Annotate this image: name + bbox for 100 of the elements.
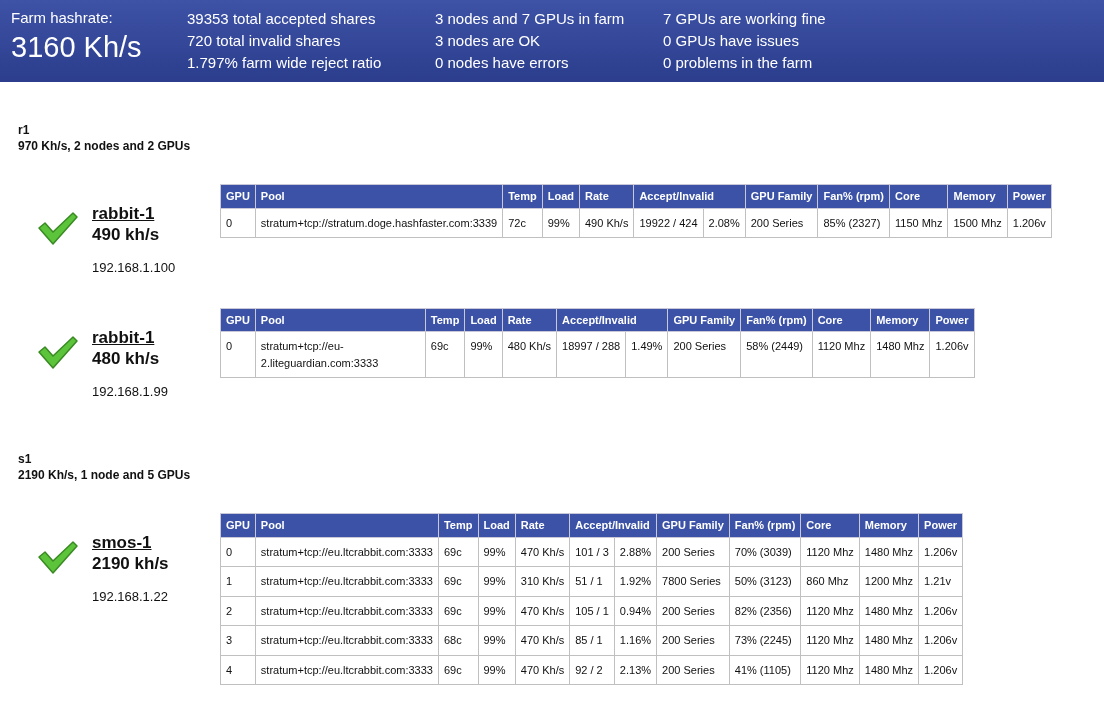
column-header: GPU Family bbox=[667, 308, 741, 332]
table-cell: 200 Series bbox=[656, 596, 730, 626]
table-cell: 1.206v bbox=[929, 331, 974, 378]
table-cell: 50% (3123) bbox=[729, 566, 801, 596]
node-ip: 192.168.1.100 bbox=[92, 259, 176, 277]
table-cell: 470 Kh/s bbox=[515, 655, 570, 685]
table-cell: 51 / 1 bbox=[569, 566, 615, 596]
column-header: Power bbox=[1007, 184, 1052, 208]
column-header: Fan% (rpm) bbox=[740, 308, 813, 332]
table-cell: 1.206v bbox=[918, 625, 963, 655]
table-cell: 99% bbox=[478, 625, 516, 655]
table-cell: 470 Kh/s bbox=[515, 537, 570, 567]
table-cell: 92 / 2 bbox=[569, 655, 615, 685]
table-cell: 1.206v bbox=[918, 596, 963, 626]
table-cell: 1480 Mhz bbox=[859, 625, 919, 655]
table-cell: 99% bbox=[542, 208, 580, 238]
column-header: GPU Family bbox=[656, 513, 730, 537]
table-cell: 99% bbox=[478, 655, 516, 685]
table-cell: 1480 Mhz bbox=[859, 537, 919, 567]
group-name: r1 bbox=[17, 122, 31, 138]
table-cell: 1500 Mhz bbox=[948, 208, 1008, 238]
farm-stat: 0 GPUs have issues bbox=[663, 31, 800, 51]
table-cell: 1.206v bbox=[1007, 208, 1052, 238]
farm-stat: 3 nodes are OK bbox=[435, 31, 542, 51]
column-header: Accept/Invalid bbox=[569, 513, 657, 537]
table-cell: 200 Series bbox=[667, 331, 741, 378]
column-header: GPU bbox=[220, 184, 256, 208]
farm-hashrate-value: 3160 Kh/s bbox=[11, 30, 143, 65]
table-cell: 1.92% bbox=[614, 566, 657, 596]
table-cell: 19922 / 424 bbox=[633, 208, 704, 238]
table-cell: 1.49% bbox=[625, 331, 668, 378]
table-cell: 72c bbox=[502, 208, 543, 238]
table-cell: 490 Kh/s bbox=[579, 208, 634, 238]
table-cell: 1 bbox=[220, 566, 256, 596]
table-cell: 1.21v bbox=[918, 566, 963, 596]
table-cell: 69c bbox=[438, 566, 478, 596]
table-cell: 41% (1105) bbox=[729, 655, 801, 685]
table-cell: 69c bbox=[438, 537, 478, 567]
column-header: Fan% (rpm) bbox=[729, 513, 801, 537]
table-cell: 82% (2356) bbox=[729, 596, 801, 626]
column-header: Core bbox=[889, 184, 948, 208]
table-cell: 68c bbox=[438, 625, 478, 655]
node-name-link[interactable]: rabbit-1 bbox=[92, 204, 176, 224]
table-cell: 99% bbox=[478, 537, 516, 567]
table-cell: 101 / 3 bbox=[569, 537, 615, 567]
farm-stat: 0 problems in the farm bbox=[663, 53, 814, 73]
node-ip: 192.168.1.22 bbox=[92, 588, 169, 606]
table-cell: 1150 Mhz bbox=[889, 208, 948, 238]
column-header: Pool bbox=[255, 184, 503, 208]
group-summary: 2190 Kh/s, 1 node and 5 GPUs bbox=[17, 467, 192, 483]
farm-stat: 0 nodes have errors bbox=[435, 53, 570, 73]
table-cell: 0.94% bbox=[614, 596, 657, 626]
column-header: Load bbox=[542, 184, 580, 208]
table-cell: 480 Kh/s bbox=[502, 331, 557, 378]
table-cell: 4 bbox=[220, 655, 256, 685]
column-header: Power bbox=[918, 513, 963, 537]
table-cell: 105 / 1 bbox=[569, 596, 615, 626]
node-hashrate: 490 kh/s bbox=[92, 224, 161, 246]
table-cell: 1120 Mhz bbox=[800, 625, 860, 655]
node-name-link[interactable]: rabbit-1 bbox=[92, 327, 168, 348]
farm-stat: 7 GPUs are working fine bbox=[663, 9, 827, 29]
node-hashrate: 2190 kh/s bbox=[92, 553, 169, 575]
table-cell: stratum+tcp://eu.ltcrabbit.com:3333 bbox=[255, 596, 439, 626]
table-cell: 1120 Mhz bbox=[812, 331, 871, 378]
column-header: Memory bbox=[948, 184, 1008, 208]
column-header: Fan% (rpm) bbox=[818, 184, 890, 208]
farm-stat: 1.797% farm wide reject ratio bbox=[187, 53, 383, 73]
farm-stat: 39353 total accepted shares bbox=[187, 9, 377, 29]
node-name-link[interactable]: smos-1 bbox=[92, 533, 169, 553]
column-header: Rate bbox=[515, 513, 570, 537]
table-cell: 200 Series bbox=[745, 208, 818, 238]
table-cell: 69c bbox=[425, 331, 465, 378]
table-cell: 99% bbox=[478, 596, 516, 626]
table-cell: 85 / 1 bbox=[569, 625, 615, 655]
table-cell: 58% (2449) bbox=[740, 331, 813, 378]
table-cell: stratum+tcp://eu.ltcrabbit.com:3333 bbox=[255, 566, 439, 596]
column-header: Pool bbox=[255, 513, 439, 537]
table-cell: 73% (2245) bbox=[729, 625, 801, 655]
table-cell: 200 Series bbox=[656, 625, 730, 655]
column-header: Core bbox=[800, 513, 860, 537]
column-header: Rate bbox=[502, 308, 557, 332]
table-cell: 0 bbox=[220, 331, 256, 378]
column-header: Temp bbox=[438, 513, 478, 537]
node-ip: 192.168.1.99 bbox=[92, 382, 168, 401]
table-cell: 2.13% bbox=[614, 655, 657, 685]
table-cell: 18997 / 288 bbox=[556, 331, 626, 378]
table-cell: 1480 Mhz bbox=[859, 596, 919, 626]
table-cell: stratum+tcp://eu.ltcrabbit.com:3333 bbox=[255, 537, 439, 567]
table-cell: 310 Kh/s bbox=[515, 566, 570, 596]
table-cell: 69c bbox=[438, 655, 478, 685]
table-cell: stratum+tcp://eu-2.liteguardian.com:3333 bbox=[255, 331, 426, 378]
table-cell: 2.08% bbox=[703, 208, 746, 238]
table-cell: 1.206v bbox=[918, 655, 963, 685]
table-cell: 70% (3039) bbox=[729, 537, 801, 567]
table-cell: 1480 Mhz bbox=[859, 655, 919, 685]
column-header: Temp bbox=[425, 308, 465, 332]
column-header: Power bbox=[929, 308, 974, 332]
table-cell: 470 Kh/s bbox=[515, 625, 570, 655]
table-cell: 2.88% bbox=[614, 537, 657, 567]
group-name: s1 bbox=[17, 451, 33, 467]
